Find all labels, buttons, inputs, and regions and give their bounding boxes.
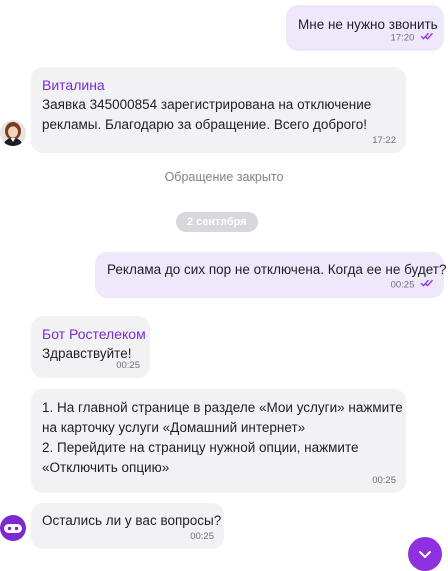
scroll-down-button[interactable] — [408, 537, 442, 571]
operator-avatar — [0, 120, 26, 146]
message-time: 17:22 — [372, 135, 396, 146]
message-time: 17:20 — [391, 32, 434, 45]
incoming-message: Остались ли у вас вопросы? 00:25 — [31, 503, 224, 549]
message-text: Реклама до сих пор не отключена. Когда е… — [107, 262, 447, 277]
message-text-line: 2. Перейдите на страницу нужной опции, н… — [42, 440, 359, 455]
message-text-line: на карточку услуги «Домашний интернет» — [42, 420, 306, 435]
message-time: 00:25 — [372, 475, 396, 486]
message-text-line: «Отключить опцию» — [42, 460, 170, 475]
chevron-down-icon — [418, 550, 432, 559]
bot-avatar — [0, 515, 26, 541]
chat-closed-notice: Обращение закрыто — [164, 170, 284, 184]
message-time: 00:25 — [190, 531, 214, 542]
time-label: 17:20 — [390, 33, 415, 44]
double-check-icon — [420, 32, 434, 44]
double-check-icon — [420, 279, 434, 291]
time-label: 00:25 — [390, 280, 415, 291]
sender-name: Виталина — [42, 77, 105, 93]
incoming-message: 1. На главной странице в разделе «Мои ус… — [31, 389, 406, 493]
message-text: Остались ли у вас вопросы? — [42, 513, 222, 528]
outgoing-message: Мне не нужно звонить 17:20 — [286, 5, 444, 51]
incoming-message: Бот Ростелеком Здравствуйте! 00:25 — [31, 316, 150, 378]
message-text-line: Заявка 345000854 зарегистрирована на отк… — [42, 97, 372, 112]
date-separator: 2 сентября — [176, 212, 258, 232]
outgoing-message: Реклама до сих пор не отключена. Когда е… — [95, 252, 447, 298]
message-text-line: рекламы. Благодарю за обращение. Всего д… — [42, 117, 367, 132]
sender-name: Бот Ростелеком — [42, 326, 146, 342]
message-time: 00:25 — [391, 279, 434, 292]
message-time: 00:25 — [116, 360, 140, 371]
incoming-message: Виталина Заявка 345000854 зарегистрирова… — [31, 67, 406, 153]
message-text-line: 1. На главной странице в разделе «Мои ус… — [42, 400, 403, 415]
